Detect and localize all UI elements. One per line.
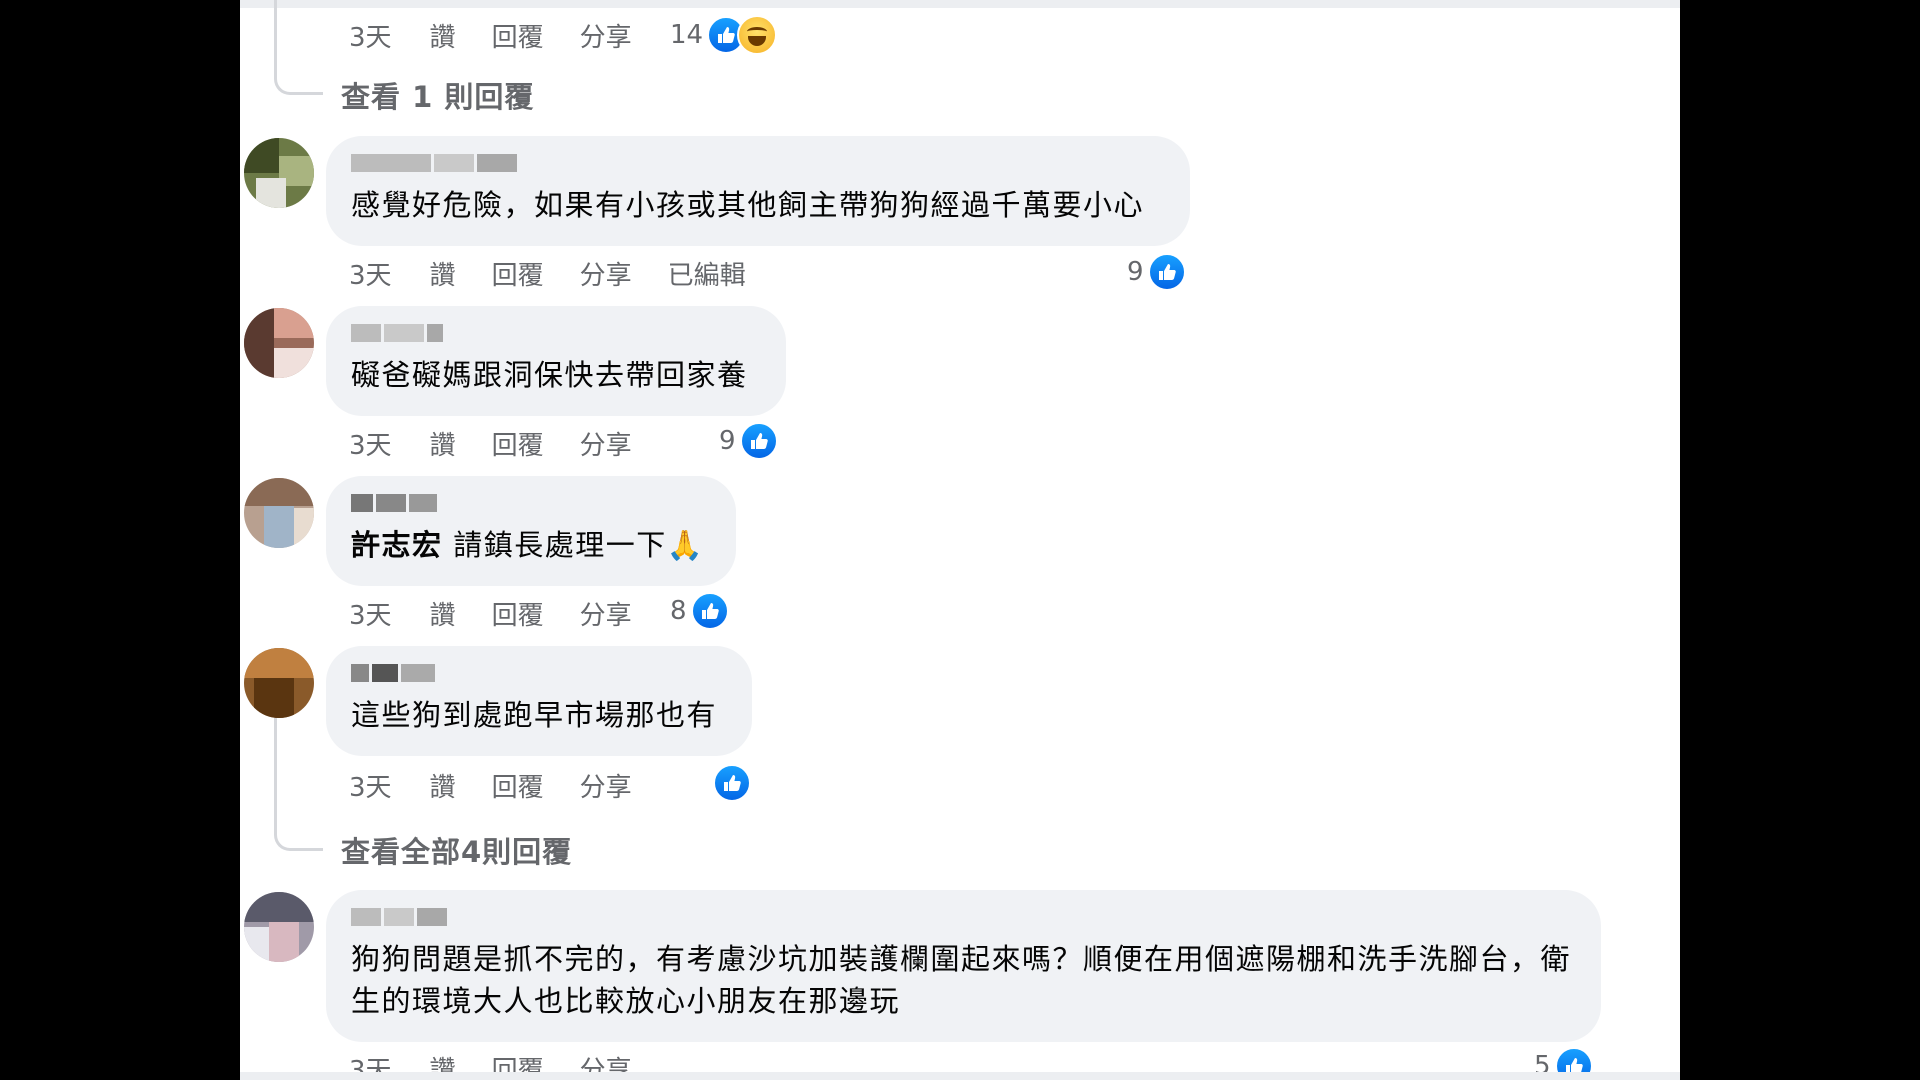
like-icon (1147, 253, 1186, 291)
author-name-blurred[interactable] (351, 662, 728, 684)
like-link[interactable]: 讚 (430, 595, 456, 632)
like-icon (690, 592, 729, 630)
avatar[interactable] (244, 138, 314, 208)
thread-line (274, 0, 323, 95)
avatar[interactable] (244, 648, 314, 718)
like-link[interactable]: 讚 (430, 1050, 456, 1080)
edited-label[interactable]: 已編輯 (668, 255, 746, 292)
comment-actions: 3天 讚 回覆 分享 (349, 15, 668, 55)
comments-panel: 3天 讚 回覆 分享 14 查看 1 則回覆 感覺好危險，如果有小孩或其他飼主帶… (240, 0, 1680, 1080)
comment-time[interactable]: 3天 (349, 1050, 392, 1080)
reaction-summary[interactable] (709, 763, 751, 803)
comment-text: 這些狗到處跑早市場那也有 (351, 698, 718, 732)
mention-link[interactable]: 許志宏 (351, 528, 443, 562)
reply-link[interactable]: 回覆 (492, 1050, 544, 1080)
share-link[interactable]: 分享 (580, 767, 632, 804)
comment-actions: 3天 讚 回覆 分享 (349, 1048, 668, 1080)
comment-bubble: 感覺好危險，如果有小孩或其他飼主帶狗狗經過千萬要小心 (326, 136, 1190, 246)
pray-emoji: 🙏 (666, 528, 705, 562)
comment-time[interactable]: 3天 (349, 17, 392, 54)
author-name-blurred[interactable] (351, 152, 1166, 174)
reaction-count: 5 (1534, 1051, 1551, 1080)
comment-bubble: 礙爸礙媽跟洞保快去帶回家養 (326, 306, 786, 416)
reply-link[interactable]: 回覆 (492, 595, 544, 632)
thread-line (274, 718, 323, 851)
author-name-blurred[interactable] (351, 906, 1577, 928)
like-link[interactable]: 讚 (430, 255, 456, 292)
comment-time[interactable]: 3天 (349, 425, 392, 462)
like-icon (713, 764, 751, 802)
reply-link[interactable]: 回覆 (492, 17, 544, 54)
view-replies-link[interactable]: 查看全部4則回覆 (341, 829, 572, 871)
avatar[interactable] (244, 478, 314, 548)
comment-text: 感覺好危險，如果有小孩或其他飼主帶狗狗經過千萬要小心 (351, 188, 1145, 222)
share-link[interactable]: 分享 (580, 255, 632, 292)
reaction-count: 9 (1127, 257, 1144, 287)
comment-actions: 3天 讚 回覆 分享 已編輯 (349, 253, 782, 293)
reply-link[interactable]: 回覆 (492, 255, 544, 292)
like-icon (739, 422, 778, 460)
comment-time[interactable]: 3天 (349, 255, 392, 292)
reaction-summary[interactable]: 8 (670, 591, 729, 631)
reply-link[interactable]: 回覆 (492, 425, 544, 462)
reaction-summary[interactable]: 9 (719, 421, 778, 461)
share-link[interactable]: 分享 (580, 17, 632, 54)
view-replies-link[interactable]: 查看 1 則回覆 (341, 74, 534, 116)
haha-icon (737, 15, 778, 55)
reaction-summary[interactable]: 9 (1127, 252, 1186, 292)
comment-body: 請鎮長處理一下 (453, 528, 667, 562)
comment-time[interactable]: 3天 (349, 595, 392, 632)
comment-actions: 3天 讚 回覆 分享 (349, 593, 668, 633)
reaction-count: 8 (670, 596, 687, 626)
like-link[interactable]: 讚 (430, 425, 456, 462)
share-link[interactable]: 分享 (580, 1050, 632, 1080)
comment-bubble: 這些狗到處跑早市場那也有 (326, 646, 752, 756)
comment-bubble: 許志宏 請鎮長處理一下🙏 (326, 476, 736, 586)
comment-text: 許志宏 請鎮長處理一下🙏 (351, 524, 712, 566)
like-icon (1554, 1047, 1593, 1080)
comment-text: 狗狗問題是抓不完的，有考慮沙坑加裝護欄圍起來嗎？順便在用個遮陽棚和洗手洗腳台，衛… (351, 942, 1572, 1018)
reaction-summary[interactable]: 5 (1534, 1046, 1593, 1080)
avatar[interactable] (244, 892, 314, 962)
share-link[interactable]: 分享 (580, 595, 632, 632)
like-link[interactable]: 讚 (430, 17, 456, 54)
reply-link[interactable]: 回覆 (492, 767, 544, 804)
comment-time[interactable]: 3天 (349, 767, 392, 804)
like-link[interactable]: 讚 (430, 767, 456, 804)
avatar[interactable] (244, 308, 314, 378)
author-name-blurred[interactable] (351, 322, 762, 344)
author-name-blurred[interactable] (351, 492, 712, 514)
reaction-summary[interactable]: 14 (670, 15, 778, 55)
share-link[interactable]: 分享 (580, 425, 632, 462)
comment-bubble: 狗狗問題是抓不完的，有考慮沙坑加裝護欄圍起來嗎？順便在用個遮陽棚和洗手洗腳台，衛… (326, 890, 1601, 1042)
comment-actions: 3天 讚 回覆 分享 (349, 423, 668, 463)
reaction-count: 14 (670, 20, 704, 50)
comment-actions: 3天 讚 回覆 分享 (349, 765, 668, 805)
reaction-count: 9 (719, 426, 736, 456)
comment-text: 礙爸礙媽跟洞保快去帶回家養 (351, 358, 748, 392)
